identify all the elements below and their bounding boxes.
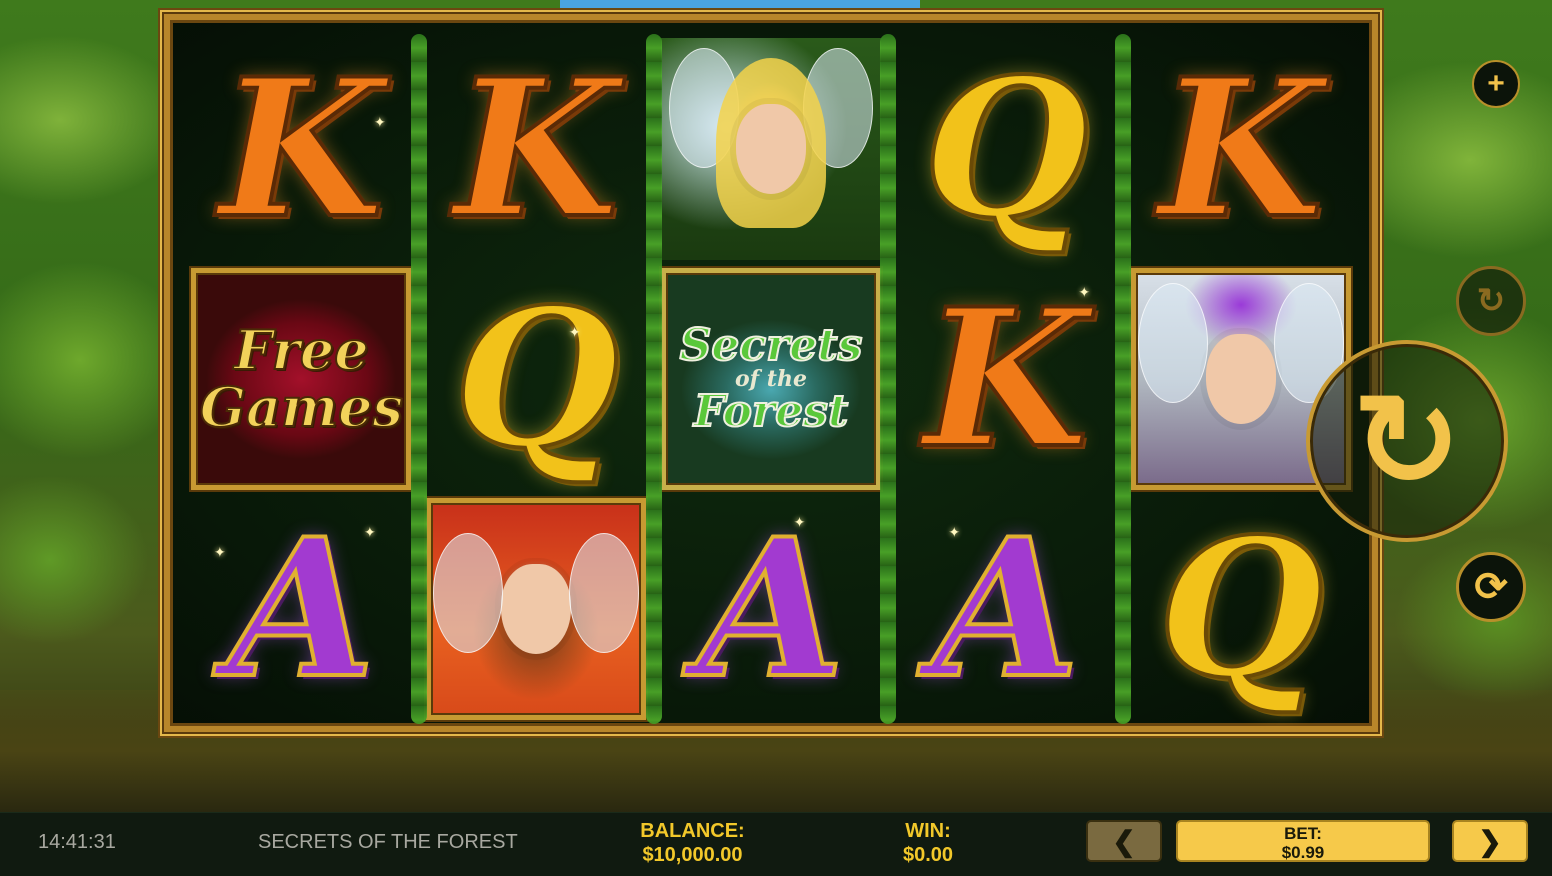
spin-button[interactable]: ↻ bbox=[1306, 340, 1508, 542]
symbol-k: K bbox=[452, 37, 621, 260]
win-value: $0.00 bbox=[902, 844, 954, 866]
symbol-q: Q bbox=[451, 267, 621, 490]
symbol-k: K bbox=[217, 37, 386, 260]
symbol-red-fairy bbox=[426, 498, 647, 720]
symbol-cell: Free Games bbox=[184, 264, 419, 494]
symbol-cell: K bbox=[419, 34, 654, 264]
fairy-face bbox=[1205, 334, 1276, 424]
sparkle-icon: ✦ bbox=[364, 524, 376, 540]
bet-decrease-button[interactable]: ❮ bbox=[1086, 820, 1162, 862]
win-display: WIN: $0.00 bbox=[880, 819, 976, 867]
win-label: WIN: bbox=[905, 820, 951, 842]
reel-5: K Q bbox=[1115, 34, 1358, 724]
free-games-line1: Free bbox=[233, 318, 370, 383]
symbol-cell bbox=[654, 34, 889, 264]
autoplay-icon: ⟳ bbox=[1474, 565, 1508, 609]
symbol-cell: Secrets of the Forest bbox=[654, 264, 889, 494]
balance-label: BALANCE: bbox=[640, 820, 745, 842]
autoplay-button[interactable]: ⟳ bbox=[1456, 552, 1526, 622]
symbol-cell: ✦ A bbox=[888, 494, 1123, 724]
chevron-left-icon: ❮ bbox=[1112, 825, 1136, 857]
logo-text: Secrets of the Forest bbox=[679, 320, 864, 437]
game-title: SECRETS OF THE FOREST bbox=[258, 831, 518, 853]
free-games-text: Free Games bbox=[199, 318, 404, 439]
fairy-face bbox=[501, 564, 572, 654]
clock: 14:41:31 bbox=[38, 831, 116, 853]
reel-grid: ✦ K Free Games ✦ ✦ A K ✦ Q Secrets of th… bbox=[184, 34, 1358, 724]
turbo-icon: ↻ bbox=[1476, 282, 1506, 320]
symbol-blonde-fairy bbox=[660, 38, 881, 260]
sparkle-icon: ✦ bbox=[568, 324, 581, 340]
bet-display[interactable]: BET: $0.99 bbox=[1176, 820, 1430, 862]
reel-4: Q ✦ K ✦ A bbox=[880, 34, 1123, 724]
symbol-cell: ✦ ✦ A bbox=[184, 494, 419, 724]
spin-icon: ↻ bbox=[1352, 368, 1462, 514]
symbol-cell: Q bbox=[1123, 494, 1358, 724]
symbol-cell: ✦ K bbox=[184, 34, 419, 264]
sparkle-icon: ✦ bbox=[793, 514, 806, 530]
wing-left bbox=[433, 533, 504, 653]
reel-2: K ✦ Q bbox=[410, 34, 654, 724]
symbol-q: Q bbox=[921, 37, 1091, 260]
bet-increase-button[interactable]: ❯ bbox=[1452, 820, 1528, 862]
sky-strip bbox=[560, 0, 920, 14]
chevron-right-icon: ❯ bbox=[1478, 825, 1502, 857]
balance-display: BALANCE: $10,000.00 bbox=[620, 819, 765, 867]
sparkle-icon: ✦ bbox=[1078, 284, 1091, 300]
symbol-cell: K bbox=[1123, 34, 1358, 264]
symbol-a: A bbox=[930, 497, 1081, 720]
logo-line3: Forest bbox=[693, 386, 849, 437]
symbol-k: K bbox=[1156, 37, 1325, 260]
symbol-free-games: Free Games bbox=[191, 268, 412, 490]
symbol-q: Q bbox=[1156, 497, 1326, 720]
symbol-k: K bbox=[921, 267, 1090, 490]
fairy-face bbox=[735, 104, 806, 194]
symbol-cell bbox=[419, 494, 654, 724]
reel-3: Secrets of the Forest ✦ A bbox=[645, 34, 889, 724]
reel-1: ✦ K Free Games ✦ ✦ A bbox=[184, 34, 419, 724]
symbol-cell: Q bbox=[888, 34, 1123, 264]
plus-icon: + bbox=[1487, 67, 1505, 100]
wing-left bbox=[1137, 283, 1208, 403]
sparkle-icon: ✦ bbox=[374, 114, 386, 130]
bet-options-plus-button[interactable]: + bbox=[1472, 60, 1520, 108]
logo-line1: Secrets bbox=[679, 320, 864, 371]
free-games-line2: Games bbox=[199, 375, 404, 439]
symbol-a: A bbox=[226, 497, 377, 720]
sparkle-icon: ✦ bbox=[948, 524, 961, 540]
balance-value: $10,000.00 bbox=[642, 844, 743, 866]
bet-value: $0.99 bbox=[1281, 843, 1325, 862]
symbol-cell: ✦ K bbox=[888, 264, 1123, 494]
symbol-cell: ✦ A bbox=[654, 494, 889, 724]
symbol-a: A bbox=[695, 497, 846, 720]
bet-label: BET: bbox=[1284, 824, 1322, 843]
symbol-wild-logo: Secrets of the Forest bbox=[660, 268, 881, 490]
symbol-cell: ✦ Q bbox=[419, 264, 654, 494]
bottom-bar: 14:41:31 SECRETS OF THE FOREST BALANCE: … bbox=[0, 812, 1552, 876]
sparkle-icon: ✦ bbox=[214, 544, 226, 560]
wing-right bbox=[569, 533, 640, 653]
turbo-button[interactable]: ↻ bbox=[1456, 266, 1526, 336]
reels-frame: ✦ K Free Games ✦ ✦ A K ✦ Q Secrets of th… bbox=[162, 12, 1380, 734]
